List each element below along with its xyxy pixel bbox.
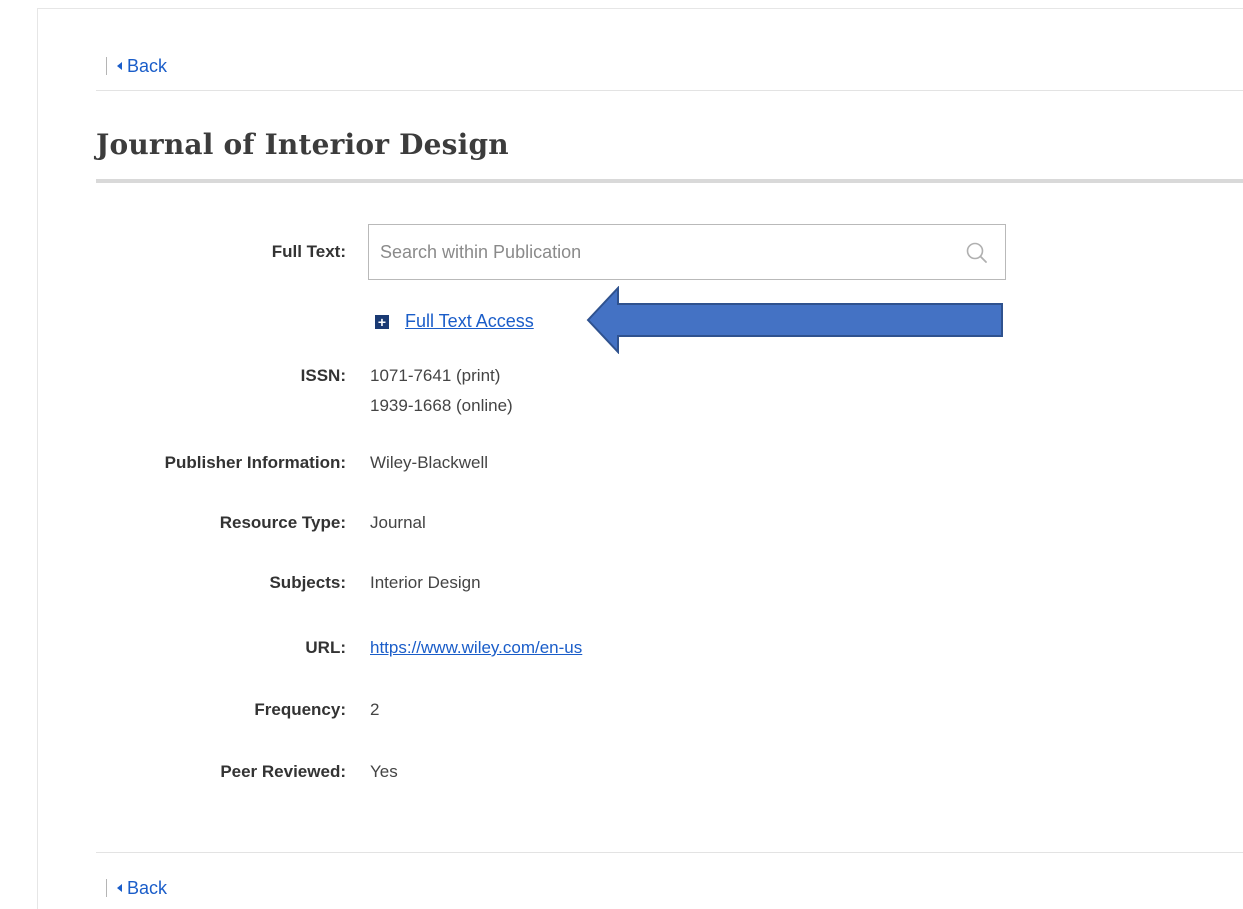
subjects-value: Interior Design: [370, 573, 481, 592]
annotation-arrow-icon: [586, 286, 1003, 354]
full-text-access-link[interactable]: Full Text Access: [405, 311, 534, 332]
search-icon[interactable]: [965, 241, 989, 265]
back-label: Back: [127, 55, 168, 76]
url-label: URL:: [305, 638, 346, 657]
search-box: [368, 224, 1006, 280]
issn-online: 1939-1668 (online): [370, 396, 513, 415]
back-link-bottom[interactable]: Back: [117, 878, 167, 899]
back-label: Back: [127, 877, 168, 898]
issn-print: 1071-7641 (print): [370, 366, 501, 385]
caret-left-icon: [117, 62, 122, 70]
frequency-value: 2: [370, 700, 380, 719]
frequency-label: Frequency:: [254, 700, 346, 719]
top-divider: [37, 8, 1243, 9]
left-divider: [37, 8, 38, 909]
separator: [106, 879, 107, 897]
peer-reviewed-value: Yes: [370, 762, 398, 781]
divider: [96, 852, 1243, 853]
search-within-publication-input[interactable]: [369, 225, 950, 279]
peer-reviewed-label: Peer Reviewed:: [220, 762, 346, 781]
publisher-value: Wiley-Blackwell: [370, 453, 489, 472]
issn-label: ISSN:: [300, 366, 346, 385]
url-link[interactable]: https://www.wiley.com/en-us: [370, 638, 582, 658]
resource-type-value: Journal: [370, 513, 426, 532]
publisher-label: Publisher Information:: [164, 453, 346, 472]
divider: [96, 90, 1243, 91]
title-divider: [96, 179, 1243, 183]
separator: [106, 57, 107, 75]
back-nav-top: Back: [106, 56, 167, 76]
full-text-label: Full Text:: [271, 242, 346, 261]
caret-left-icon: [117, 884, 122, 892]
plus-icon[interactable]: +: [375, 314, 389, 329]
back-nav-bottom: Back: [106, 878, 167, 898]
back-link-top[interactable]: Back: [117, 56, 167, 77]
subjects-label: Subjects:: [269, 573, 346, 592]
publication-detail-page: Back Journal of Interior Design Full Tex…: [0, 0, 1243, 909]
page-title: Journal of Interior Design: [96, 128, 509, 161]
resource-type-label: Resource Type:: [219, 513, 346, 532]
full-text-access: + Full Text Access: [375, 311, 534, 332]
